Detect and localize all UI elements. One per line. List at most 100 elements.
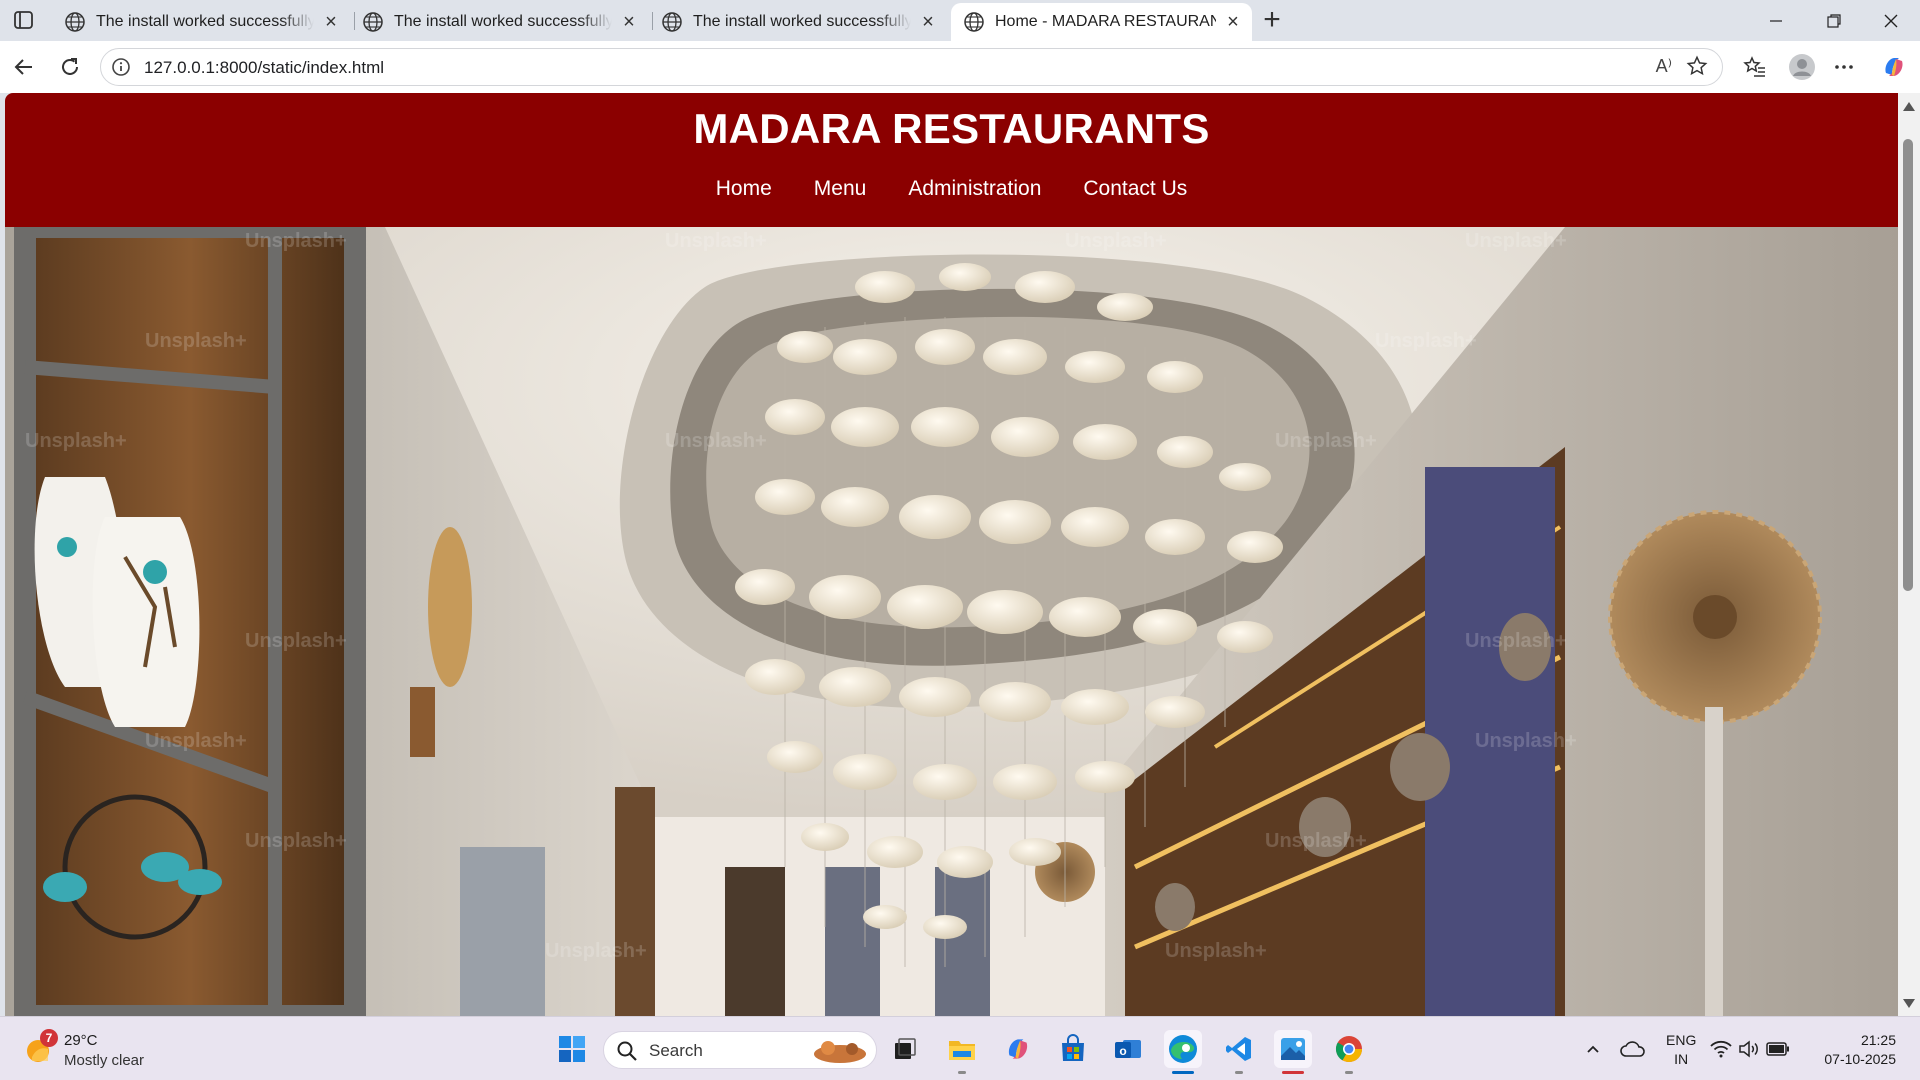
svg-text:Unsplash+: Unsplash+ (1475, 730, 1577, 752)
back-arrow-icon[interactable] (10, 53, 38, 81)
globe-icon (963, 11, 985, 33)
scroll-up-arrow-icon[interactable] (1903, 102, 1915, 111)
copilot-taskbar-icon[interactable] (999, 1030, 1037, 1068)
close-window-button[interactable] (1862, 0, 1920, 41)
svg-text:Unsplash+: Unsplash+ (1065, 230, 1167, 252)
lang-line1: ENG (1666, 1032, 1697, 1048)
page-scrollbar[interactable] (1898, 93, 1920, 1016)
url-text[interactable]: 127.0.0.1:8000/static/index.html (144, 58, 384, 78)
file-explorer-icon[interactable] (943, 1030, 981, 1074)
browser-tab-active[interactable]: Home - MADARA RESTAURANTS × (951, 3, 1252, 41)
vscode-icon[interactable] (1220, 1030, 1258, 1074)
running-indicator (958, 1071, 966, 1074)
address-bar[interactable]: 127.0.0.1:8000/static/index.html A⁾ (100, 48, 1723, 86)
chrome-icon[interactable] (1330, 1030, 1368, 1074)
search-icon (617, 1041, 637, 1061)
task-view-icon[interactable] (886, 1030, 924, 1068)
tab-title: The install worked successfully! Congrat… (394, 13, 612, 30)
close-tab-icon[interactable]: × (919, 11, 937, 33)
nav-link-administration[interactable]: Administration (908, 177, 1041, 201)
browser-tab-strip: The install worked successfully! Congrat… (0, 0, 1920, 41)
scroll-down-arrow-icon[interactable] (1903, 999, 1915, 1008)
site-info-icon[interactable] (111, 57, 131, 77)
new-tab-button[interactable]: + (1258, 5, 1286, 35)
tab-title: Home - MADARA RESTAURANTS (995, 13, 1216, 30)
page-viewport: MADARA RESTAURANTS Home Menu Administrat… (5, 93, 1898, 1016)
nav-link-home[interactable]: Home (716, 177, 772, 201)
clock-date: 07-10-2025 (1824, 1051, 1896, 1067)
svg-text:Unsplash+: Unsplash+ (1465, 630, 1567, 652)
windows-taskbar: 7 29°C Mostly clear Search o ENG IN 21:2… (0, 1016, 1920, 1080)
edge-browser-icon[interactable] (1164, 1030, 1202, 1074)
wifi-icon[interactable] (1708, 1030, 1734, 1068)
svg-text:Unsplash+: Unsplash+ (245, 630, 347, 652)
minimize-button[interactable] (1747, 0, 1805, 41)
scrollbar-thumb[interactable] (1903, 139, 1913, 591)
browser-tab[interactable]: The install worked successfully! Congrat… (52, 3, 350, 41)
browser-toolbar: 127.0.0.1:8000/static/index.html A⁾ (0, 41, 1920, 93)
tab-title: The install worked successfully! Congrat… (693, 13, 911, 30)
microsoft-store-icon[interactable] (1054, 1030, 1092, 1068)
tab-title: The install worked successfully! Congrat… (96, 13, 314, 30)
site-header: MADARA RESTAURANTS Home Menu Administrat… (5, 93, 1898, 227)
svg-text:Unsplash+: Unsplash+ (145, 330, 247, 352)
nav-link-menu[interactable]: Menu (814, 177, 867, 201)
svg-text:Unsplash+: Unsplash+ (545, 940, 647, 962)
svg-text:Unsplash+: Unsplash+ (245, 830, 347, 852)
weather-temperature: 29°C (64, 1032, 98, 1049)
weather-badge: 7 (40, 1029, 58, 1047)
running-indicator (1345, 1071, 1353, 1074)
browser-tab[interactable]: The install worked successfully! Congrat… (649, 3, 947, 41)
svg-text:Unsplash+: Unsplash+ (665, 230, 767, 252)
running-indicator (1235, 1071, 1243, 1074)
read-aloud-icon[interactable]: A⁾ (1656, 56, 1672, 77)
restore-button[interactable] (1805, 0, 1863, 41)
lang-line2: IN (1674, 1051, 1689, 1067)
nav-link-contact-us[interactable]: Contact Us (1083, 177, 1187, 201)
clock-time: 21:25 (1860, 1032, 1896, 1048)
site-title: MADARA RESTAURANTS (693, 105, 1210, 152)
svg-text:Unsplash+: Unsplash+ (145, 730, 247, 752)
weather-condition: Mostly clear (64, 1052, 145, 1069)
browser-tab[interactable]: The install worked successfully! Congrat… (350, 3, 648, 41)
svg-text:Unsplash+: Unsplash+ (1265, 830, 1367, 852)
close-tab-icon[interactable]: × (620, 11, 638, 33)
onedrive-cloud-icon[interactable] (1614, 1030, 1652, 1068)
close-tab-icon[interactable]: × (322, 11, 340, 33)
taskbar-search[interactable]: Search (603, 1031, 877, 1069)
sidebar-toggle-icon[interactable] (12, 9, 36, 31)
globe-icon (64, 11, 86, 33)
show-hidden-icons-chevron-icon[interactable] (1574, 1030, 1612, 1068)
taskbar-clock[interactable]: 21:25 07-10-2025 (1824, 1031, 1896, 1069)
site-nav: Home Menu Administration Contact Us (5, 177, 1898, 201)
favorites-icon[interactable] (1741, 53, 1769, 81)
svg-text:o: o (1119, 1044, 1126, 1058)
copilot-icon[interactable] (1878, 51, 1910, 83)
svg-text:Unsplash+: Unsplash+ (245, 230, 347, 252)
outlook-icon[interactable]: o (1109, 1030, 1147, 1068)
svg-text:Unsplash+: Unsplash+ (25, 430, 127, 452)
svg-text:Unsplash+: Unsplash+ (1375, 330, 1477, 352)
close-tab-icon[interactable]: × (1224, 11, 1242, 33)
refresh-icon[interactable] (56, 53, 84, 81)
svg-text:Unsplash+: Unsplash+ (1165, 940, 1267, 962)
more-options-icon[interactable] (1830, 53, 1858, 81)
search-label: Search (649, 1041, 703, 1060)
volume-icon[interactable] (1736, 1030, 1762, 1068)
svg-text:Unsplash+: Unsplash+ (665, 430, 767, 452)
active-app-indicator (1282, 1071, 1304, 1074)
input-language-indicator[interactable]: ENG IN (1666, 1031, 1696, 1069)
search-highlight-icon (814, 1041, 866, 1063)
battery-icon[interactable] (1764, 1030, 1792, 1068)
globe-icon (661, 11, 683, 33)
hero-illustration: Unsplash+ Unsplash+ Unsplash+ Unsplash+ Un… (5, 227, 1898, 1016)
svg-text:Unsplash+: Unsplash+ (1465, 230, 1567, 252)
start-button[interactable] (553, 1030, 591, 1068)
active-app-indicator (1172, 1071, 1194, 1074)
svg-text:Unsplash+: Unsplash+ (1275, 430, 1377, 452)
favorite-star-icon[interactable] (1686, 55, 1708, 77)
globe-icon (362, 11, 384, 33)
profile-avatar-icon[interactable] (1786, 51, 1818, 83)
weather-widget[interactable]: 7 29°C Mostly clear (22, 1029, 202, 1071)
photos-app-icon[interactable] (1274, 1030, 1312, 1074)
